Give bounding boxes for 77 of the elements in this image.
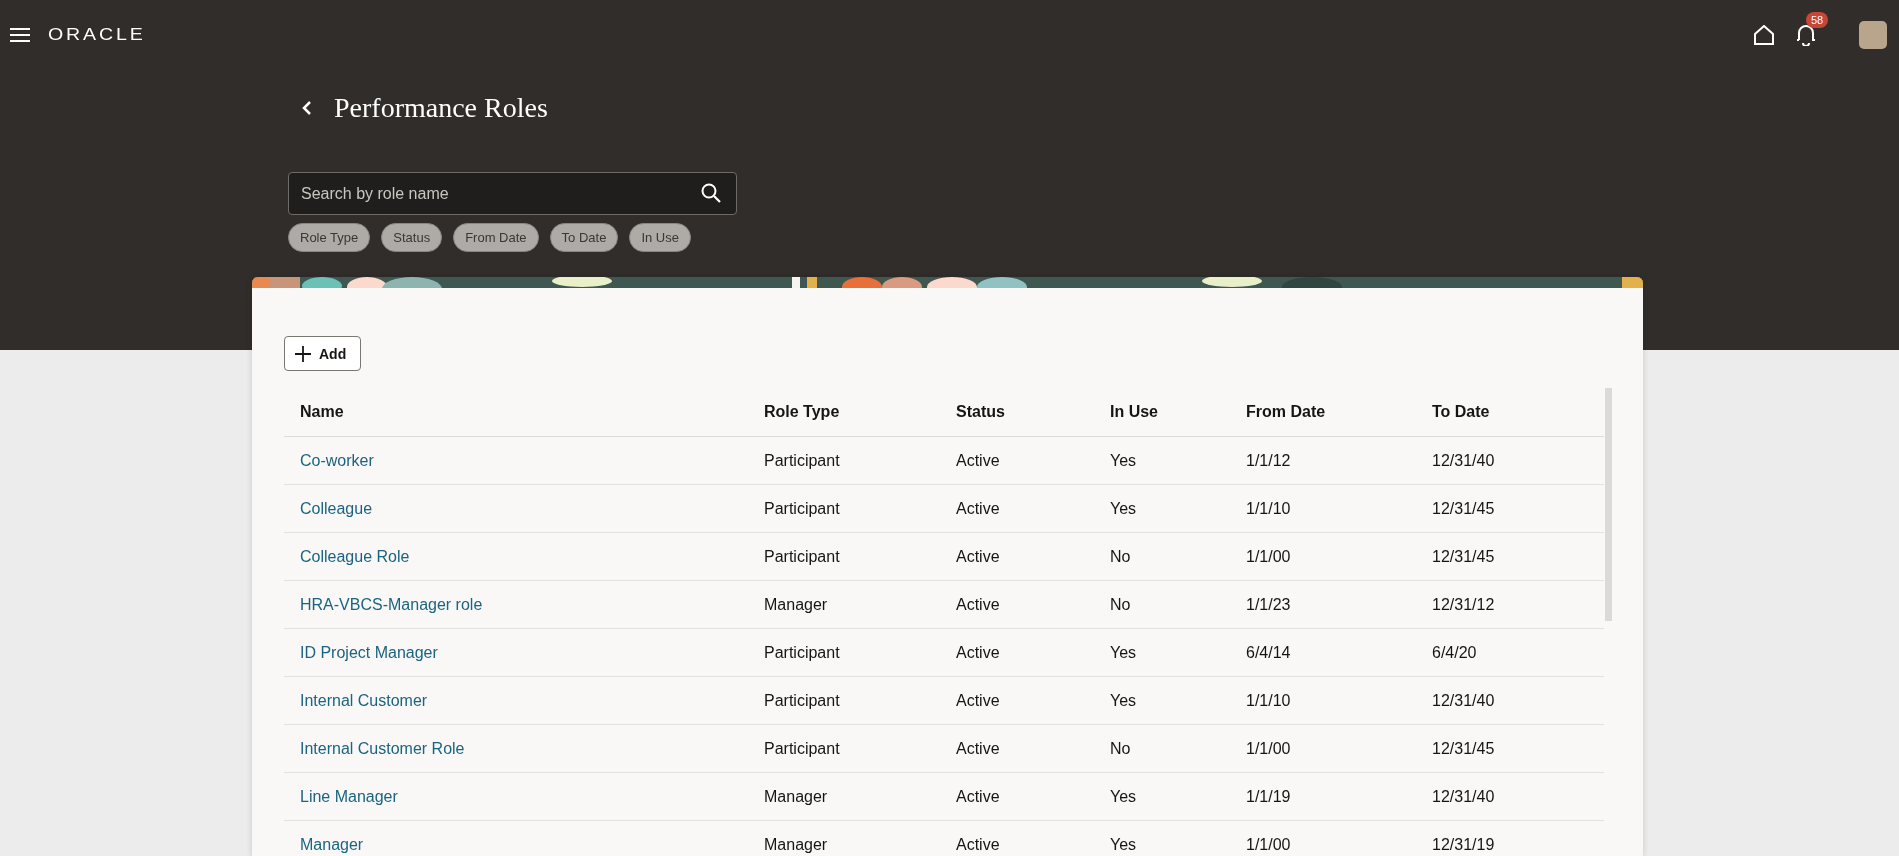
table-cell: Participant <box>748 628 940 677</box>
column-header: Name <box>284 388 748 437</box>
table-cell: Manager <box>748 772 940 821</box>
column-header: To Date <box>1416 388 1604 437</box>
table-cell: 1/1/10 <box>1230 676 1416 725</box>
table-cell: Active <box>940 676 1094 725</box>
table-cell: Active <box>940 532 1094 581</box>
table-cell: Participant <box>748 532 940 581</box>
add-button[interactable]: Add <box>284 336 362 371</box>
table-cell: Yes <box>1094 820 1230 856</box>
role-name-link[interactable]: Internal Customer Role <box>300 739 465 757</box>
table-cell: Yes <box>1094 676 1230 725</box>
role-name-link[interactable]: Colleague Role <box>300 547 410 565</box>
menu-icon[interactable] <box>10 27 30 43</box>
scrollbar-thumb[interactable] <box>1605 388 1612 621</box>
table-cell: No <box>1094 724 1230 773</box>
role-name-link[interactable]: HRA-VBCS-Manager role <box>300 595 483 613</box>
oracle-logo: ORACLE <box>48 25 146 45</box>
table-cell: Participant <box>748 484 940 533</box>
table-cell: Active <box>940 628 1094 677</box>
table-cell: Participant <box>748 436 940 485</box>
table-cell: Yes <box>1094 436 1230 485</box>
table-cell: 12/31/12 <box>1416 580 1604 629</box>
role-name-link[interactable]: ID Project Manager <box>300 643 438 661</box>
table-cell: 1/1/00 <box>1230 724 1416 773</box>
home-icon[interactable] <box>1753 25 1775 45</box>
plus-icon <box>295 345 311 362</box>
role-name-link[interactable]: Internal Customer <box>300 691 428 709</box>
page-title: Performance Roles <box>334 92 548 124</box>
table-cell: 12/31/19 <box>1416 820 1604 856</box>
bell-icon[interactable] <box>1796 24 1816 46</box>
filter-chip[interactable]: Status <box>381 223 443 252</box>
table-cell: Active <box>940 580 1094 629</box>
search-field[interactable]: Search by role name <box>288 172 737 215</box>
column-header: From Date <box>1230 388 1416 437</box>
table-cell: 12/31/40 <box>1416 772 1604 821</box>
table-cell: Yes <box>1094 484 1230 533</box>
table-cell: Active <box>940 724 1094 773</box>
notification-badge: 58 <box>1806 12 1829 28</box>
column-header: Role Type <box>748 388 940 437</box>
table-cell: 1/1/19 <box>1230 772 1416 821</box>
table-cell: No <box>1094 580 1230 629</box>
filter-chip[interactable]: In Use <box>629 223 691 252</box>
column-header: Status <box>940 388 1094 437</box>
role-name-link[interactable]: Colleague <box>300 499 373 517</box>
avatar[interactable] <box>1859 21 1887 49</box>
role-name-link[interactable]: Co-worker <box>300 451 374 469</box>
column-header: In Use <box>1094 388 1230 437</box>
table-cell: No <box>1094 532 1230 581</box>
table-cell: 12/31/40 <box>1416 436 1604 485</box>
table-cell: Active <box>940 436 1094 485</box>
filter-chip[interactable]: To Date <box>549 223 619 252</box>
search-icon[interactable] <box>701 183 721 203</box>
filter-chip[interactable]: Role Type <box>288 223 371 252</box>
table-cell: 1/1/00 <box>1230 820 1416 856</box>
table-cell: 6/4/20 <box>1416 628 1604 677</box>
table-cell: 1/1/00 <box>1230 532 1416 581</box>
table-cell: Active <box>940 484 1094 533</box>
table-cell: Manager <box>748 580 940 629</box>
role-name-link[interactable]: Manager <box>300 835 364 853</box>
table-cell: Active <box>940 820 1094 856</box>
table-cell: Active <box>940 772 1094 821</box>
table-cell: 1/1/10 <box>1230 484 1416 533</box>
table-cell: 1/1/23 <box>1230 580 1416 629</box>
table-cell: 12/31/45 <box>1416 724 1604 773</box>
table-cell: Participant <box>748 676 940 725</box>
filter-chip[interactable]: From Date <box>453 223 539 252</box>
table-cell: 6/4/14 <box>1230 628 1416 677</box>
table-cell: 1/1/12 <box>1230 436 1416 485</box>
table-cell: Participant <box>748 724 940 773</box>
table-cell: 12/31/40 <box>1416 676 1604 725</box>
table-cell: 12/31/45 <box>1416 484 1604 533</box>
role-name-link[interactable]: Line Manager <box>300 787 398 805</box>
table-cell: Yes <box>1094 628 1230 677</box>
table-cell: Manager <box>748 820 940 856</box>
table-cell: Yes <box>1094 772 1230 821</box>
table-cell: 12/31/45 <box>1416 532 1604 581</box>
